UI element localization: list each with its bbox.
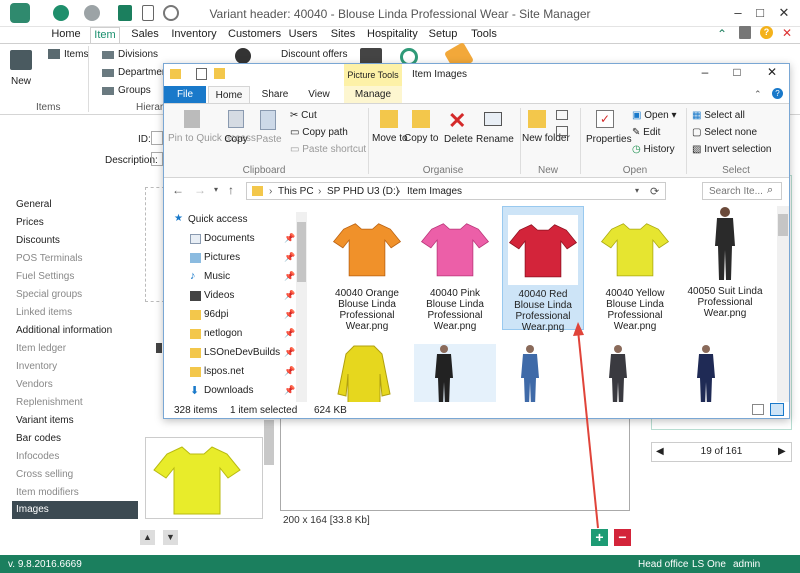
annotation-arrow [573, 322, 599, 529]
